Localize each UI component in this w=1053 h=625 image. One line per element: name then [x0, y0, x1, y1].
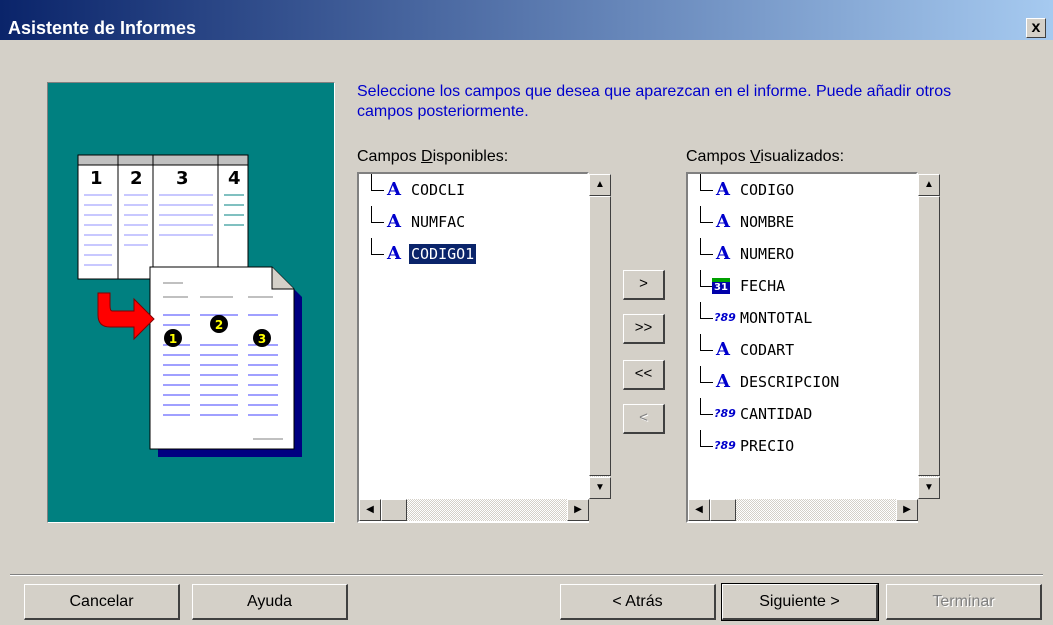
field-name: CODIGO [740, 181, 795, 199]
text-field-icon: A [716, 179, 730, 200]
displayed-vertical-scrollbar[interactable]: ▲ ▼ [918, 174, 940, 499]
date-field-icon: 31 [712, 278, 730, 294]
next-button[interactable]: Siguiente > [721, 583, 879, 621]
list-item[interactable]: A CODCLI [359, 174, 589, 206]
list-item[interactable]: A CODIGO [688, 174, 918, 206]
text-field-icon: A [387, 179, 401, 200]
scroll-thumb[interactable] [381, 499, 407, 521]
cancel-button[interactable]: Cancelar [24, 584, 180, 620]
text-field-icon: A [716, 211, 730, 232]
back-button[interactable]: < Atrás [560, 584, 716, 620]
column-number: 4 [228, 168, 241, 189]
order-marker: 1 [169, 332, 177, 346]
add-field-button[interactable]: > [623, 270, 665, 300]
scroll-right-button[interactable]: ▶ [567, 499, 589, 521]
available-fields-list[interactable]: A CODCLI A NUMFAC A CODIGO1 [357, 172, 589, 523]
text-field-icon: A [387, 243, 401, 264]
column-number: 1 [90, 168, 103, 189]
scroll-down-button[interactable]: ▼ [918, 477, 940, 499]
field-name: CANTIDAD [740, 405, 813, 423]
displayed-fields-list[interactable]: A CODIGO A NOMBRE A NUMERO 31 FECHA ?89 MONTO… [686, 172, 918, 523]
order-marker: 2 [215, 318, 223, 332]
scroll-left-button[interactable]: ◀ [359, 499, 381, 521]
scroll-left-button[interactable]: ◀ [688, 499, 710, 521]
list-item[interactable]: 31 FECHA [688, 270, 918, 302]
list-item-selected[interactable]: A CODIGO1 [359, 238, 589, 270]
displayed-fields-label: Campos Visualizados: [686, 148, 845, 165]
add-all-fields-button[interactable]: >> [623, 314, 665, 344]
field-name: PRECIO [740, 437, 795, 455]
close-button[interactable]: x [1026, 18, 1046, 38]
column-number: 2 [130, 168, 143, 189]
displayed-horizontal-scrollbar[interactable]: ◀ ▶ [688, 499, 918, 521]
available-vertical-scrollbar[interactable]: ▲ ▼ [589, 174, 611, 499]
field-name: FECHA [740, 277, 786, 295]
field-name: NUMFAC [411, 213, 466, 231]
list-item[interactable]: ?89 PRECIO [688, 430, 918, 462]
title-bar: Asistente de Informes [0, 0, 1053, 40]
numeric-field-icon: ?89 [714, 439, 736, 452]
text-field-icon: A [387, 211, 401, 232]
list-item[interactable]: A DESCRIPCION [688, 366, 918, 398]
list-item[interactable]: ?89 CANTIDAD [688, 398, 918, 430]
arrow-icon [97, 292, 155, 341]
scroll-up-button[interactable]: ▲ [918, 174, 940, 196]
report-layout-illustration: 1 2 3 4 1 2 3 [77, 154, 302, 457]
field-name: MONTOTAL [740, 309, 813, 327]
field-name: CODIGO1 [407, 243, 478, 265]
footer-separator [10, 574, 1043, 576]
help-button[interactable]: Ayuda [192, 584, 348, 620]
scroll-thumb[interactable] [710, 499, 736, 521]
numeric-field-icon: ?89 [714, 311, 736, 324]
scroll-up-button[interactable]: ▲ [589, 174, 611, 196]
instructions-text: Seleccione los campos que desea que apar… [357, 83, 952, 120]
field-name: NUMERO [740, 245, 795, 263]
numeric-field-icon: ?89 [714, 407, 736, 420]
order-marker: 3 [258, 332, 266, 346]
field-name: DESCRIPCION [740, 373, 840, 391]
field-name: NOMBRE [740, 213, 795, 231]
list-item[interactable]: A NUMERO [688, 238, 918, 270]
scroll-thumb[interactable] [589, 196, 611, 476]
remove-field-button[interactable]: < [623, 404, 665, 434]
available-horizontal-scrollbar[interactable]: ◀ ▶ [359, 499, 589, 521]
scroll-thumb[interactable] [918, 196, 940, 476]
available-fields-label: Campos Disponibles: [357, 148, 509, 165]
field-name: CODCLI [411, 181, 466, 199]
wizard-illustration: 1 2 3 4 1 2 3 [47, 82, 335, 523]
list-item[interactable]: ?89 MONTOTAL [688, 302, 918, 334]
column-number: 3 [176, 168, 189, 189]
text-field-icon: A [716, 243, 730, 264]
text-field-icon: A [716, 371, 730, 392]
finish-button[interactable]: Terminar [886, 584, 1042, 620]
list-item[interactable]: A CODART [688, 334, 918, 366]
field-name: CODART [740, 341, 795, 359]
text-field-icon: A [716, 339, 730, 360]
remove-all-fields-button[interactable]: << [623, 360, 665, 390]
scroll-right-button[interactable]: ▶ [896, 499, 918, 521]
scroll-down-button[interactable]: ▼ [589, 477, 611, 499]
list-item[interactable]: A NOMBRE [688, 206, 918, 238]
list-item[interactable]: A NUMFAC [359, 206, 589, 238]
window-title: Asistente de Informes [8, 18, 197, 38]
close-icon: x [1031, 19, 1041, 36]
